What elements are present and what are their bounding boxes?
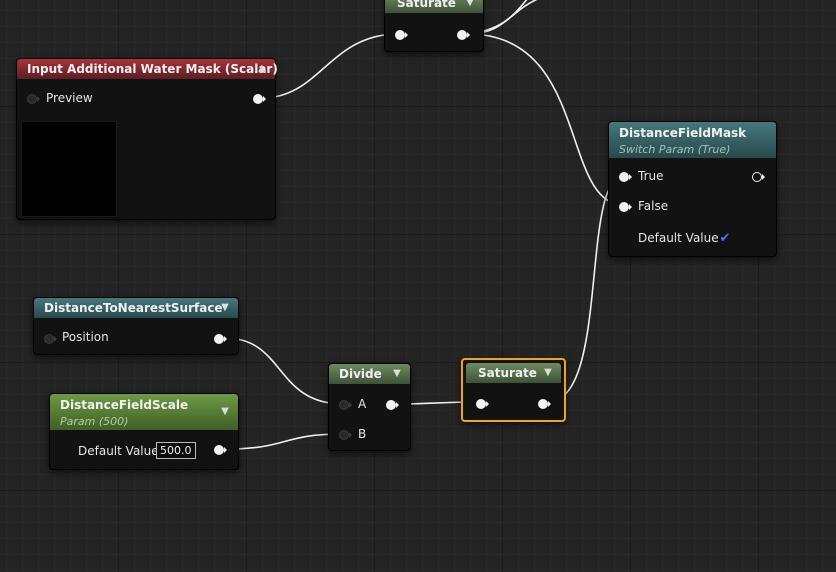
distance-field-scale-node[interactable]: DistanceFieldScale Param (500) ▼ Default… — [49, 393, 239, 470]
output-pin[interactable] — [752, 172, 765, 182]
divide-node[interactable]: Divide ▼ A B — [328, 363, 411, 451]
chevron-up-icon[interactable]: ▲ — [256, 63, 268, 75]
b-input-pin[interactable] — [339, 430, 352, 440]
true-input-pin[interactable] — [619, 172, 632, 182]
distance-field-mask-header[interactable]: DistanceFieldMask Switch Param (True) — [609, 122, 776, 158]
node-title: Input Additional Water Mask (Scalar) — [27, 62, 278, 76]
chevron-down-icon[interactable]: ▼ — [464, 0, 476, 9]
distance-field-mask-node[interactable]: DistanceFieldMask Switch Param (True) Tr… — [608, 121, 777, 257]
node-title: DistanceToNearestSurface — [44, 301, 223, 315]
chevron-down-icon[interactable]: ▼ — [219, 406, 231, 418]
output-pin[interactable] — [214, 334, 227, 344]
water-mask-header[interactable]: Input Additional Water Mask (Scalar) ▲ — [17, 59, 278, 79]
input-pin[interactable] — [476, 399, 489, 409]
default-value-field[interactable]: 500.0 — [156, 442, 196, 459]
preview-input-pin[interactable] — [27, 94, 40, 104]
saturate-top-header[interactable]: Saturate ▼ — [385, 0, 483, 13]
chevron-down-icon[interactable]: ▼ — [542, 367, 554, 379]
a-input-pin[interactable] — [339, 400, 352, 410]
position-label: Position — [62, 330, 109, 344]
saturate-top-node[interactable]: Saturate ▼ — [384, 0, 484, 52]
wire-saturate-top-to-false — [467, 33, 625, 206]
output-pin[interactable] — [457, 30, 470, 40]
chevron-down-icon[interactable]: ▼ — [219, 302, 231, 314]
water-mask-node[interactable]: Input Additional Water Mask (Scalar) ▲ P… — [16, 58, 278, 220]
chevron-down-icon[interactable]: ▼ — [391, 368, 403, 380]
divide-header[interactable]: Divide ▼ — [329, 364, 410, 384]
node-title: DistanceFieldMask — [619, 126, 747, 140]
false-label: False — [638, 199, 669, 213]
wire-position-to-divide-a — [224, 337, 344, 405]
true-label: True — [638, 169, 664, 183]
input-pin[interactable] — [395, 30, 408, 40]
node-title: DistanceFieldScale — [60, 398, 189, 412]
a-label: A — [358, 397, 367, 411]
node-subtitle: Param (500) — [60, 415, 129, 428]
distance-to-surface-node[interactable]: DistanceToNearestSurface ▼ Position — [33, 297, 239, 355]
output-pin[interactable] — [214, 445, 227, 455]
output-pin[interactable] — [538, 399, 551, 409]
position-input-pin[interactable] — [44, 334, 57, 344]
b-label: B — [358, 427, 367, 441]
node-title: Divide — [339, 367, 382, 381]
node-title: Saturate — [397, 0, 456, 10]
wire-water-mask-to-saturate — [261, 33, 399, 99]
wire-scale-to-divide-b — [224, 433, 344, 450]
distance-field-scale-header[interactable]: DistanceFieldScale Param (500) ▼ — [50, 394, 238, 430]
node-title: Saturate — [478, 366, 537, 380]
distance-to-surface-header[interactable]: DistanceToNearestSurface ▼ — [34, 298, 238, 318]
preview-thumbnail — [21, 121, 117, 217]
preview-label: Preview — [46, 91, 93, 105]
checkmark-icon[interactable]: ✔ — [718, 232, 732, 246]
saturate-selected-header[interactable]: Saturate ▼ — [466, 363, 561, 383]
node-subtitle: Switch Param (True) — [619, 143, 731, 156]
saturate-selected-node[interactable]: Saturate ▼ — [461, 358, 566, 422]
output-pin[interactable] — [386, 400, 399, 410]
false-input-pin[interactable] — [619, 202, 632, 212]
default-value-label: Default Value — [78, 444, 159, 458]
default-value-label: Default Value — [638, 231, 719, 245]
output-pin[interactable] — [253, 94, 266, 104]
